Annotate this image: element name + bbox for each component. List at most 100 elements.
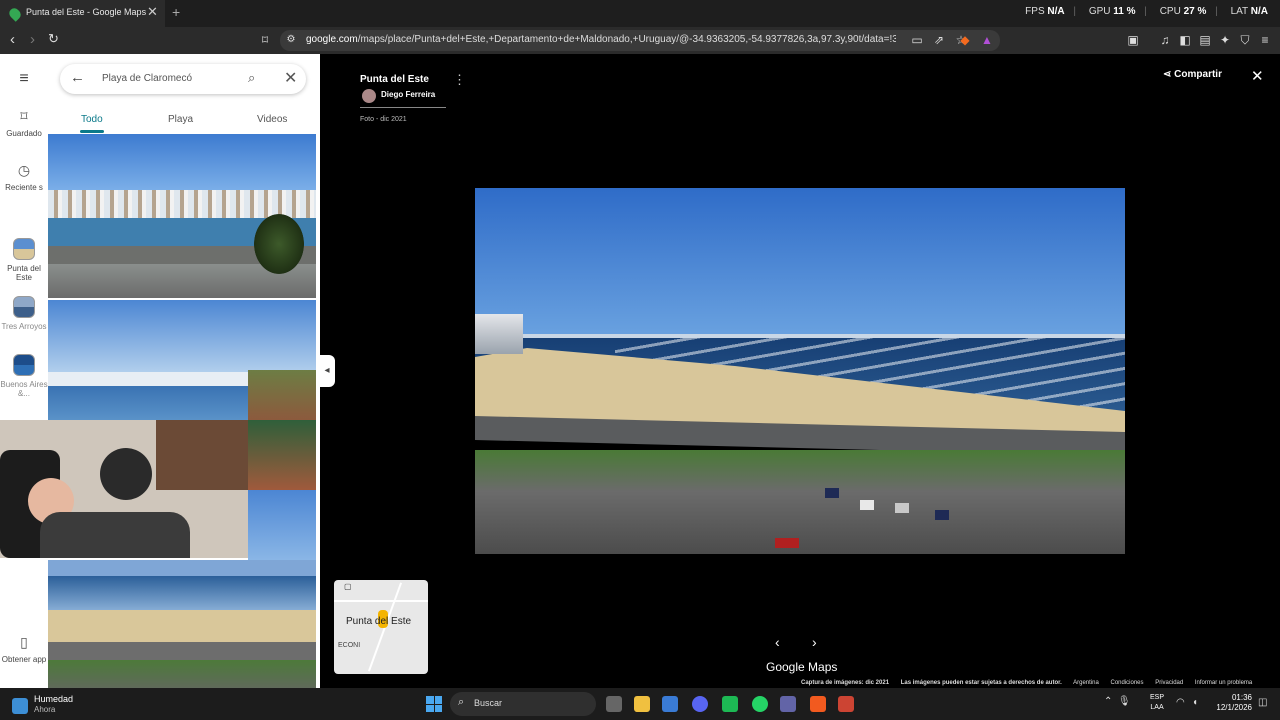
active-tab-indicator [80, 130, 104, 133]
search-box[interactable]: ← Playa de Claromecó ⌕ ✕ [60, 64, 306, 94]
rail-recent-label: Reciente s [5, 183, 43, 192]
rail-get-app[interactable]: ▯ Obtener app [0, 634, 48, 664]
tab-playa[interactable]: Playa [168, 114, 193, 125]
vpn-icon[interactable]: ⛉ [1238, 33, 1252, 47]
rail-recent[interactable]: ◷ Reciente s [0, 162, 48, 192]
brave-browser-icon[interactable] [810, 696, 826, 712]
share-label: Compartir [1174, 69, 1222, 80]
url-host: google.com [306, 34, 358, 45]
media-icon[interactable]: ♫ [1158, 33, 1172, 47]
app-icon[interactable] [838, 696, 854, 712]
maps-menu-icon[interactable]: ≡ [0, 70, 48, 88]
photos-panel: ← Playa de Claromecó ⌕ ✕ Todo Playa Vide… [48, 54, 320, 688]
viewer-author[interactable]: Diego Ferreira [381, 90, 435, 99]
reload-icon[interactable]: ↻ [48, 31, 59, 47]
cast-icon[interactable]: ▭ [910, 33, 924, 47]
photo-harbor[interactable] [48, 134, 316, 298]
photo-beach-houses[interactable] [248, 420, 316, 560]
app-icon[interactable] [722, 696, 738, 712]
url-field[interactable]: ⚙ google.com/maps/place/Punta+del+Este,+… [280, 30, 1000, 51]
phone-icon: ▯ [20, 634, 28, 650]
share-page-icon[interactable]: ⇗ [932, 33, 946, 47]
close-tab-icon[interactable]: ✕ [147, 4, 158, 20]
whatsapp-icon[interactable] [752, 696, 768, 712]
place-thumbnail [13, 296, 35, 318]
footer-link-privacy[interactable]: Privacidad [1155, 680, 1183, 686]
rail-saved[interactable]: ⌑ Guardado [0, 108, 48, 138]
previous-photo-icon[interactable]: ‹ [775, 634, 780, 650]
wallet-icon[interactable]: ▤ [1198, 33, 1212, 47]
volume-icon[interactable]: ◖ [1192, 697, 1198, 708]
place-thumbnail [13, 238, 35, 260]
language-indicator[interactable]: ESP LAA [1150, 693, 1164, 713]
clear-search-icon[interactable]: ✕ [284, 68, 297, 88]
rail-place-buenos-aires[interactable]: Buenos Aires &... [0, 354, 48, 398]
file-explorer-icon[interactable] [634, 696, 650, 712]
search-icon: ⌕ [458, 696, 465, 708]
search-icon[interactable]: ⌕ [248, 70, 255, 86]
screenshot-icon[interactable]: ▣ [1126, 33, 1140, 47]
url-path: /maps/place/Punta+del+Este,+Departamento… [357, 34, 896, 45]
tab-videos[interactable]: Videos [257, 114, 287, 125]
webcam-overlay [0, 420, 248, 558]
fps-value: N/A [1047, 6, 1065, 17]
google-maps-logo: Google Maps [766, 660, 838, 674]
brave-rewards-icon[interactable]: ▲ [980, 33, 994, 47]
system-tray[interactable]: ⌃ 🎙 [1104, 696, 1131, 707]
taskbar-search[interactable]: ⌕ Buscar [450, 692, 596, 716]
browser-tab[interactable]: Punta del Este - Google Maps ✕ [0, 0, 165, 27]
new-tab-button[interactable]: + [172, 4, 180, 20]
sidebar-icon[interactable]: ◧ [1178, 33, 1192, 47]
tab-todo[interactable]: Todo [81, 114, 103, 125]
rail-get-app-label: Obtener app [1, 655, 47, 664]
footer-link-terms[interactable]: Condiciones [1110, 680, 1143, 686]
rail-place-label: Buenos Aires &... [0, 380, 48, 398]
weather-icon [12, 698, 28, 714]
start-button[interactable] [426, 696, 442, 712]
expand-map-icon[interactable]: ▢ [344, 582, 352, 591]
copyright-note: Las imágenes pueden estar sujetas a dere… [900, 680, 1062, 686]
rail-place-punta[interactable]: Punta del Este [0, 238, 48, 282]
bookmark-outline-icon: ⌑ [20, 108, 28, 124]
teams-icon[interactable] [780, 696, 796, 712]
close-viewer-icon[interactable]: ✕ [1251, 67, 1264, 85]
bookmark-icon[interactable]: ⌑ [258, 33, 272, 47]
discord-icon[interactable] [692, 696, 708, 712]
share-button[interactable]: ⋖ Compartir [1163, 69, 1222, 80]
windows-taskbar: Humedad Ahora ⌕ Buscar ⌃ 🎙 ESP LAA ◠ ◖ 0… [0, 688, 1280, 720]
lat-label: LAT [1230, 6, 1248, 17]
weather-subtitle: Ahora [34, 705, 56, 714]
cpu-label: CPU [1159, 6, 1181, 17]
footer-link-report[interactable]: Informar un problema [1195, 680, 1252, 686]
next-photo-icon[interactable]: › [812, 634, 817, 650]
back-icon[interactable]: ‹ [10, 31, 15, 48]
brave-shield-icon[interactable]: ◆ [958, 33, 972, 47]
back-arrow-icon[interactable]: ← [70, 69, 85, 86]
clock-date: 12/1/2026 [1216, 703, 1252, 712]
rail-place-tres-arroyos[interactable]: Tres Arroyos [0, 296, 48, 331]
footer-link-country[interactable]: Argentina [1073, 680, 1099, 686]
task-view-icon[interactable] [606, 696, 622, 712]
clock[interactable]: 01:36 12/1/2026 [1214, 693, 1252, 713]
author-avatar[interactable] [362, 89, 376, 103]
browser-tab-strip: Punta del Este - Google Maps ✕ + FPS N/A… [0, 0, 1280, 27]
collapse-panel-button[interactable]: ◂ [319, 355, 335, 387]
place-thumbnail [13, 354, 35, 376]
photo-coast[interactable] [48, 300, 316, 420]
site-info-icon[interactable]: ⚙ [284, 33, 298, 47]
menu-icon[interactable]: ≡ [1258, 33, 1272, 47]
capture-date: Captura de imágenes: dic 2021 [801, 680, 890, 686]
lang-primary: ESP [1150, 694, 1165, 701]
minimap[interactable]: Punta del Este ECONI ▢ [334, 580, 428, 674]
main-photo[interactable] [475, 188, 1125, 554]
more-options-icon[interactable]: ⋮ [453, 72, 466, 88]
forward-icon[interactable]: › [30, 31, 35, 48]
store-icon[interactable] [662, 696, 678, 712]
address-bar-row: ‹ › ↻ ⌑ ⚙ google.com/maps/place/Punta+de… [0, 27, 1280, 54]
search-input[interactable]: Playa de Claromecó [102, 73, 192, 84]
photo-beach[interactable] [48, 560, 316, 688]
leo-ai-icon[interactable]: ✦ [1218, 33, 1232, 47]
notifications-icon[interactable]: ◫ [1258, 697, 1267, 708]
taskbar-search-label: Buscar [474, 698, 503, 708]
wifi-icon[interactable]: ◠ [1176, 697, 1185, 708]
